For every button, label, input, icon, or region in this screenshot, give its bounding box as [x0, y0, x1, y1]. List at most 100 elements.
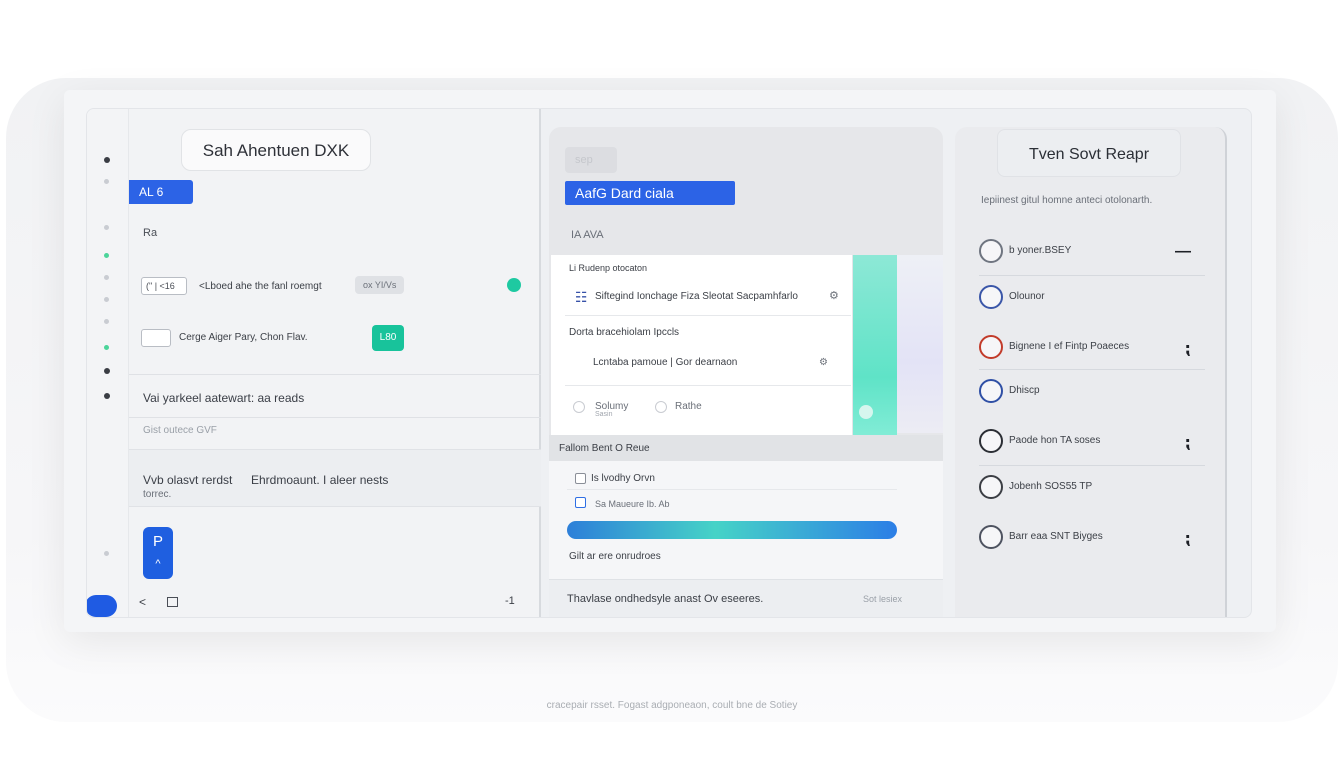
page-counter: -1 — [505, 595, 515, 607]
radio-icon[interactable] — [573, 401, 585, 413]
gradient-slider[interactable] — [853, 255, 897, 459]
item-mark: ⁏ — [1184, 531, 1191, 548]
status-dot — [507, 278, 521, 292]
rail-dot[interactable] — [104, 179, 109, 184]
faint-tab[interactable]: sep — [565, 147, 617, 173]
small-label: Ra — [143, 227, 158, 239]
band-text-left: Vvb olasvt rerdst — [143, 473, 233, 487]
list-item-label: Dhiscp — [1009, 385, 1040, 396]
back-icon[interactable]: < — [139, 595, 146, 609]
band-text-right: Ehrdmoaunt. I aleer nests — [251, 473, 389, 487]
rail-dot[interactable] — [104, 393, 110, 399]
footer-caption: cracepair rsset. Fogast adgponeaon, coul… — [546, 700, 798, 711]
row-text: <Lboed ahe the fanl roemgt — [199, 281, 322, 292]
checkbox-label: Sa Maueure Ib. Ab — [595, 499, 670, 509]
list-item-label: Jobenh SOS55 TP — [1009, 481, 1093, 492]
divider — [129, 417, 541, 418]
list-item[interactable]: Dhiscp — [979, 379, 1207, 411]
middle-panel: sep AafG Dard ciala IA AVA Li Rudenp oto… — [549, 127, 943, 617]
checkbox[interactable] — [575, 473, 586, 484]
panel-description: Iepiinest gitul homne anteci otolonarth. — [981, 195, 1153, 206]
rail-dot[interactable] — [104, 551, 109, 556]
caret-up-icon: ^ — [155, 558, 161, 570]
radio-icon[interactable] — [655, 401, 667, 413]
left-panel: Sah Ahentuen DXK AL 6 Ra (" | <16 <Lboed… — [129, 109, 541, 617]
avatar-icon — [979, 429, 1003, 453]
divider — [565, 385, 851, 386]
list-item[interactable]: b yoner.BSEY — — [979, 239, 1207, 271]
item-mark: ⁏ — [1184, 341, 1191, 358]
checkbox-label: Is lvodhy Orvn — [591, 473, 655, 484]
list-item[interactable]: Paode hon TA soses ⁏ — [979, 429, 1207, 461]
list-item[interactable]: Dorta bracehiolam Ipccls — [569, 327, 679, 338]
checkbox[interactable] — [575, 497, 586, 508]
list-item[interactable]: Barr eaa SNT Biyges ⁏ — [979, 525, 1207, 557]
avatar-icon — [979, 475, 1003, 499]
list-item-label: Olounor — [1009, 291, 1045, 302]
section-subtitle: Gist outece GVF — [143, 425, 217, 436]
action-button[interactable]: L80 — [372, 325, 404, 351]
divider — [979, 369, 1205, 370]
filter-chip[interactable]: (" | <16 — [141, 277, 187, 295]
left-rail — [87, 109, 129, 617]
item-mark: ⁏ — [1184, 435, 1191, 452]
divider — [979, 275, 1205, 276]
section-label: IA AVA — [571, 229, 604, 241]
rail-dot[interactable] — [104, 345, 109, 350]
card-header: Li Rudenp otocaton — [569, 263, 648, 273]
rail-dot[interactable] — [104, 319, 109, 324]
avatar-icon — [979, 335, 1003, 359]
page-title: Sah Ahentuen DXK — [181, 129, 371, 171]
bottom-text: Thavlase ondhedsyle anast Ov eseeres. — [567, 593, 764, 605]
gradient-panel — [897, 255, 943, 433]
option-label: Rathe — [675, 401, 702, 412]
list-item-label: b yoner.BSEY — [1009, 245, 1072, 256]
panel-title: Tven Sovt Reapr — [997, 129, 1181, 177]
option-sublabel: Sasin — [595, 411, 613, 418]
divider — [565, 315, 851, 316]
right-panel: Tven Sovt Reapr Iepiinest gitul homne an… — [955, 127, 1227, 617]
app-window: Sah Ahentuen DXK AL 6 Ra (" | <16 <Lboed… — [86, 108, 1252, 618]
rail-dot[interactable] — [104, 368, 110, 374]
divider — [979, 465, 1205, 466]
section-tag[interactable]: AL 6 — [129, 180, 193, 204]
rail-dot[interactable] — [104, 275, 109, 280]
rail-toggle-button[interactable] — [87, 595, 117, 617]
list-item-label: Paode hon TA soses — [1009, 435, 1101, 446]
lower-text: Gilt ar ere onrudroes — [569, 551, 661, 562]
section-tag[interactable]: AafG Dard ciala — [565, 181, 735, 205]
settings-icon[interactable]: ⚙ — [829, 289, 839, 302]
section-title: Vai yarkeel aatewart: aa reads — [143, 391, 305, 405]
settings-icon[interactable]: ⚙ — [819, 357, 828, 368]
progress-bar — [567, 521, 897, 539]
slider-knob[interactable] — [859, 405, 873, 419]
strip-label: Fallom Bent O Reue — [559, 443, 650, 454]
checkbox-chip[interactable] — [141, 329, 171, 347]
band-subtext: torrec. — [143, 489, 172, 500]
list-item[interactable]: Siftegind Ionchage Fiza Sleotat Sacpamhf… — [595, 291, 798, 302]
rail-dot[interactable] — [104, 253, 109, 258]
avatar-icon — [979, 525, 1003, 549]
window-icon[interactable] — [167, 597, 178, 607]
divider — [129, 374, 541, 375]
list-item[interactable]: Jobenh SOS55 TP — [979, 475, 1207, 507]
status-pill[interactable]: ox YI/Vs — [355, 276, 405, 294]
list-item[interactable]: Bignene I ef Fintp Poaeces ⁏ — [979, 335, 1207, 367]
content-card: Li Rudenp otocaton ☷ Siftegind Ionchage … — [551, 255, 853, 435]
avatar-icon — [979, 285, 1003, 309]
bottom-link[interactable]: Sot lesiex — [863, 594, 902, 604]
rail-dot[interactable] — [104, 157, 110, 163]
row-text: Cerge Aiger Pary, Chon Flav. — [179, 332, 308, 343]
avatar-icon — [979, 239, 1003, 263]
item-mark: — — [1175, 243, 1191, 260]
avatar-icon — [979, 379, 1003, 403]
compose-button[interactable]: P ^ — [143, 527, 173, 579]
rail-dot[interactable] — [104, 225, 109, 230]
divider — [567, 489, 897, 490]
list-item[interactable]: Olounor — [979, 285, 1207, 317]
grid-icon: ☷ — [575, 289, 588, 305]
rail-dot[interactable] — [104, 297, 109, 302]
compose-icon: P — [152, 533, 163, 550]
list-item-label: Bignene I ef Fintp Poaeces — [1009, 341, 1130, 352]
list-item[interactable]: Lcntaba pamoue | Gor dearnaon — [593, 357, 737, 368]
